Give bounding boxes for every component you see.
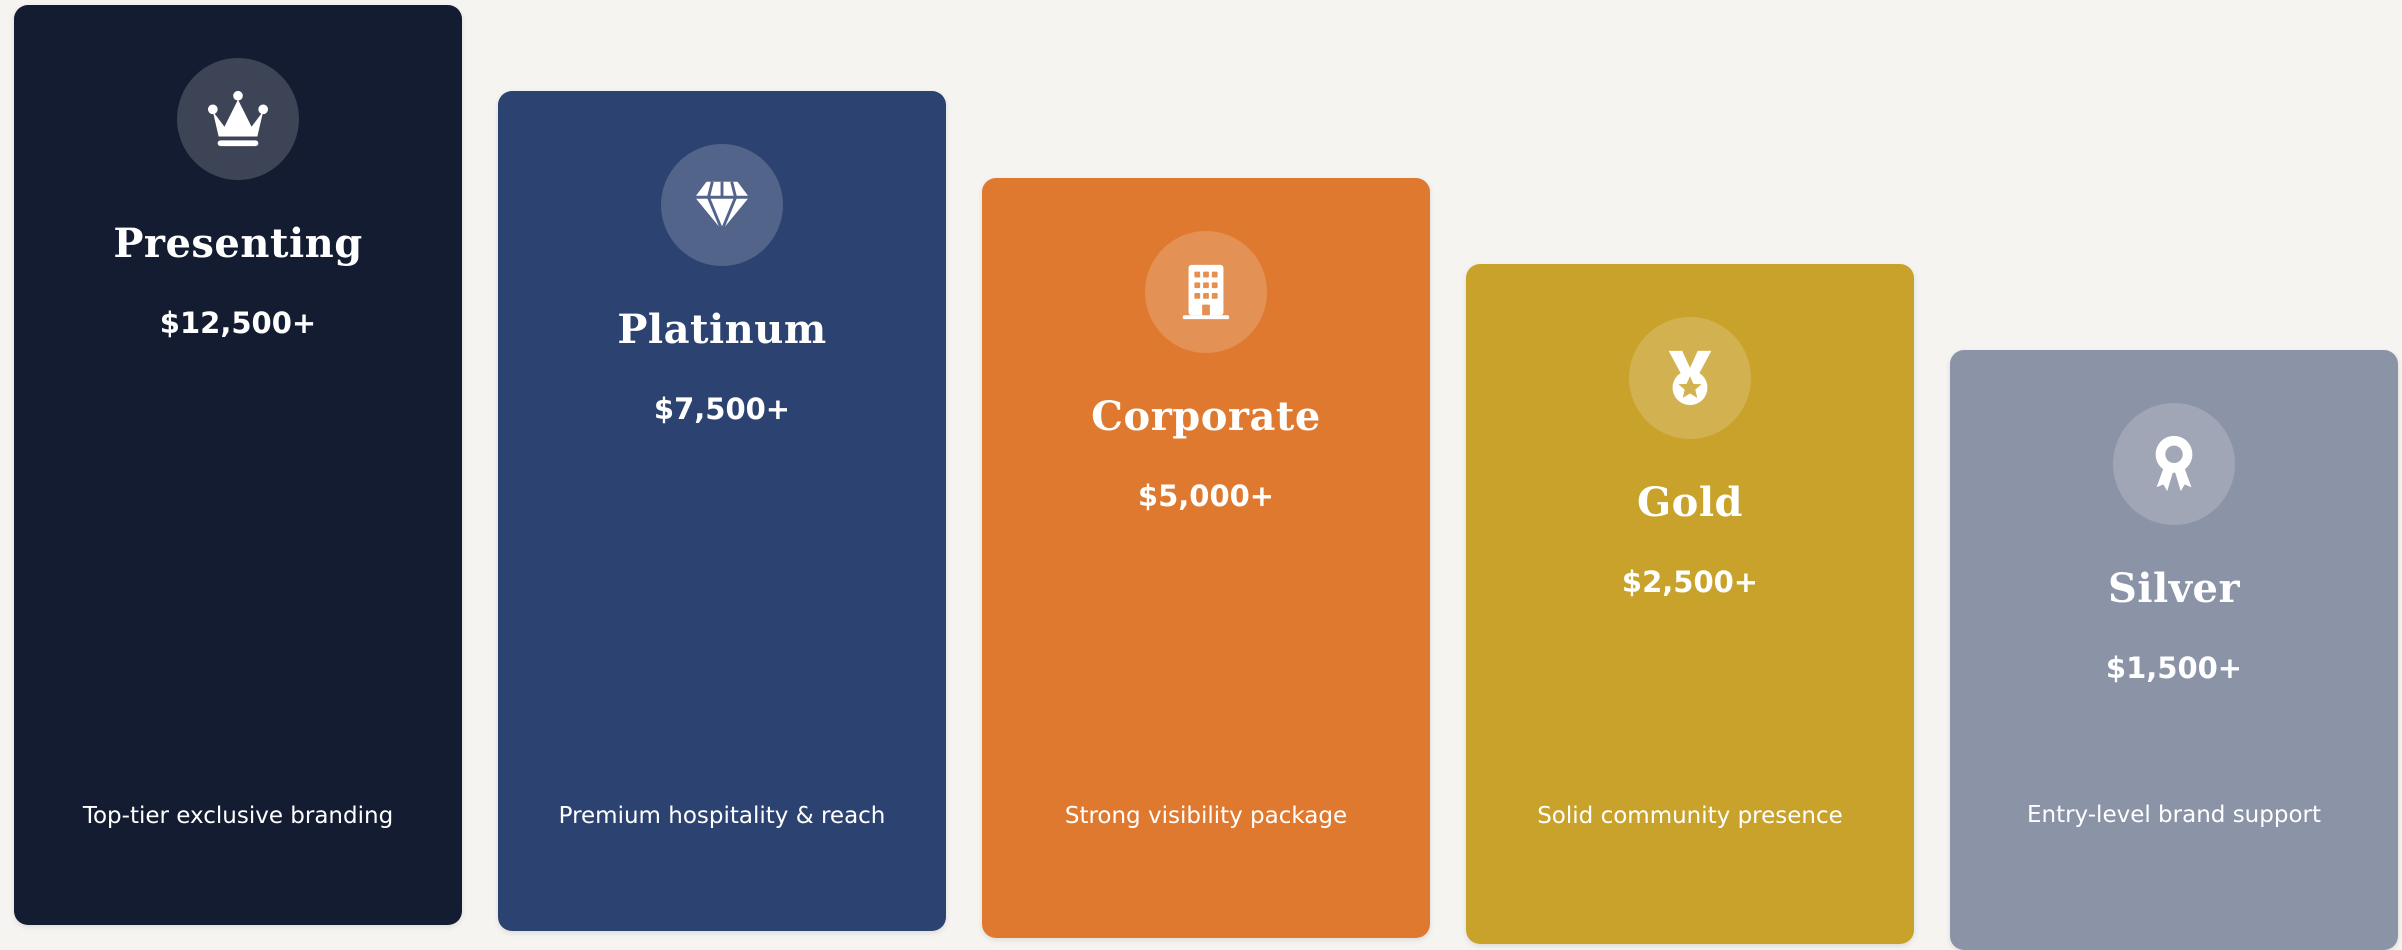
tier-name: Presenting xyxy=(113,220,363,267)
crown-badge xyxy=(177,58,299,180)
tier-description: Entry-level brand support xyxy=(2026,802,2322,828)
tier-price: $7,500+ xyxy=(653,392,791,426)
tier-card-platinum: Platinum $7,500+ Premium hospitality & r… xyxy=(498,91,946,931)
diamond-badge xyxy=(661,144,783,266)
tier-card-corporate: Corporate $5,000+ Strong visibility pack… xyxy=(982,178,1430,938)
award-badge xyxy=(2113,403,2235,525)
tier-card-gold: Gold $2,500+ Solid community presence xyxy=(1466,264,1914,944)
tier-description: Strong visibility package xyxy=(1064,803,1348,829)
tier-name: Silver xyxy=(2107,565,2241,612)
tier-price: $12,500+ xyxy=(159,306,317,340)
building-icon xyxy=(1182,264,1230,320)
building-badge xyxy=(1145,231,1267,353)
tier-card-silver: Silver $1,500+ Entry-level brand support xyxy=(1950,350,2398,950)
tier-name: Corporate xyxy=(1091,393,1321,440)
tier-description: Premium hospitality & reach xyxy=(558,803,886,829)
crown-icon xyxy=(207,90,269,147)
medal-badge xyxy=(1629,317,1751,439)
tier-price: $1,500+ xyxy=(2105,651,2243,685)
tier-description: Solid community presence xyxy=(1537,803,1843,829)
award-ribbon-icon xyxy=(2155,435,2193,492)
medal-icon xyxy=(1668,350,1712,406)
tier-price: $2,500+ xyxy=(1621,565,1759,599)
tier-price: $5,000+ xyxy=(1137,479,1275,513)
sponsorship-tiers: Presenting $12,500+ Top-tier exclusive b… xyxy=(0,0,2402,950)
tier-description: Top-tier exclusive branding xyxy=(82,803,394,829)
tier-name: Platinum xyxy=(617,306,827,353)
tier-card-presenting: Presenting $12,500+ Top-tier exclusive b… xyxy=(14,5,462,925)
tier-name: Gold xyxy=(1636,479,1743,526)
diamond-icon xyxy=(694,181,750,235)
